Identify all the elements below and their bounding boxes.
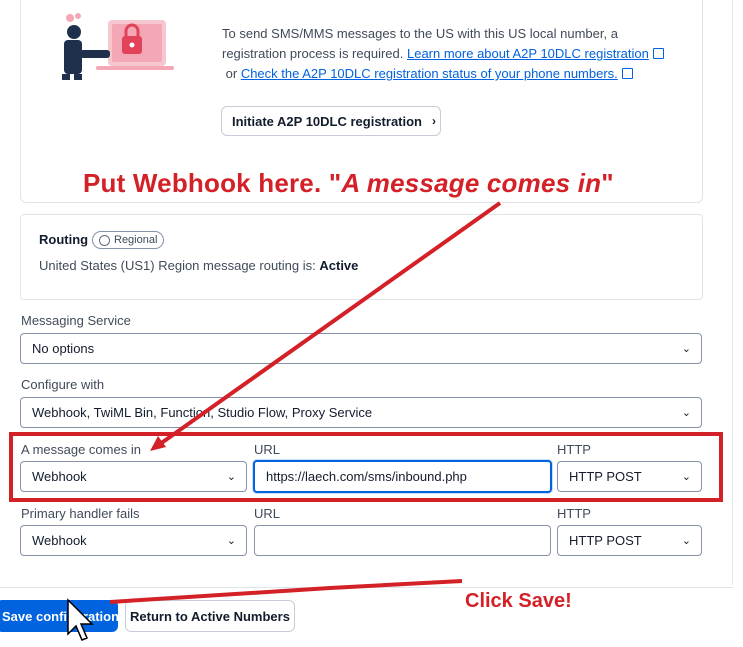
routing-status-text: United States (US1) Region message routi… xyxy=(39,258,359,273)
primary-handler-fails-label: Primary handler fails xyxy=(21,506,140,521)
routing-title: Routing xyxy=(39,232,89,247)
learn-more-link[interactable]: Learn more about A2P 10DLC registration xyxy=(407,46,649,61)
initiate-registration-label: Initiate A2P 10DLC registration xyxy=(232,113,422,129)
check-status-link[interactable]: Check the A2P 10DLC registration status … xyxy=(241,66,618,81)
or-text: or xyxy=(225,66,238,81)
routing-card xyxy=(20,214,703,300)
messaging-service-label: Messaging Service xyxy=(21,313,131,328)
save-configuration-button[interactable]: Save configuration xyxy=(0,600,118,632)
chevron-down-icon: ⌄ xyxy=(226,534,236,547)
configure-with-select[interactable]: Webhook, TwiML Bin, Function, Studio Flo… xyxy=(20,397,702,428)
chevron-down-icon: ⌄ xyxy=(681,534,691,547)
annotation-put-webhook: Put Webhook here. "A message comes in" xyxy=(83,168,614,198)
panel-border xyxy=(732,0,733,585)
annotation-highlight-box xyxy=(9,432,723,502)
external-link-icon xyxy=(652,48,664,59)
registration-text: To send SMS/MMS messages to the US with … xyxy=(222,24,682,84)
globe-icon xyxy=(99,234,110,246)
fallback-url-input[interactable] xyxy=(254,525,551,556)
chevron-right-icon: › xyxy=(432,114,436,128)
chevron-down-icon: ⌄ xyxy=(681,342,691,355)
fallback-type-select[interactable]: Webhook ⌄ xyxy=(20,525,247,556)
annotation-arrow-bottom xyxy=(109,579,463,604)
chevron-down-icon: ⌄ xyxy=(681,406,691,419)
routing-status: Active xyxy=(319,258,359,273)
fallback-http-label: HTTP xyxy=(557,506,591,521)
fallback-http-select[interactable]: HTTP POST ⌄ xyxy=(557,525,702,556)
configure-with-label: Configure with xyxy=(21,377,105,392)
external-link-icon xyxy=(621,68,633,79)
registration-illustration xyxy=(62,13,174,80)
panel-divider xyxy=(0,587,733,588)
return-to-active-numbers-button[interactable]: Return to Active Numbers xyxy=(125,600,295,632)
messaging-service-select[interactable]: No options ⌄ xyxy=(20,333,702,364)
annotation-click-save: Click Save! xyxy=(465,590,572,612)
regional-badge: Regional xyxy=(92,231,165,249)
fallback-url-label: URL xyxy=(254,506,281,521)
initiate-registration-button[interactable]: Initiate A2P 10DLC registration › xyxy=(221,106,441,136)
